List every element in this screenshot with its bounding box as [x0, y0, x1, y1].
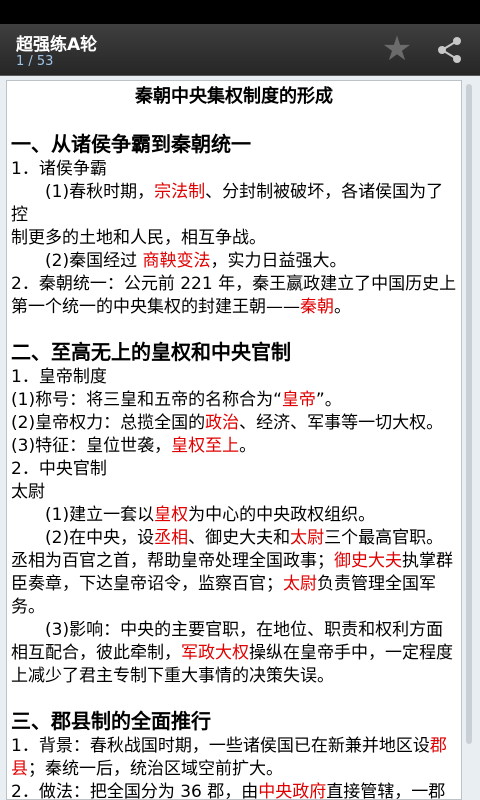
- highlight-term: 中央政府: [258, 782, 327, 800]
- page-indicator: 1 / 53: [16, 54, 54, 69]
- scrollbar[interactable]: [466, 84, 472, 744]
- text-line: (1)春秋时期，宗法制、分封制被破坏，各诸侯国为了控: [11, 182, 444, 225]
- highlight-term: 皇权: [154, 505, 189, 525]
- highlight-term: 太尉: [290, 528, 325, 548]
- text-line: (2)在中央，设丞相、御史大夫和太尉三个最高官职。: [45, 528, 444, 548]
- document-panel[interactable]: 秦朝中央集权制度的形成 一、从诸侯争霸到秦朝统一 1．诸侯争霸 (1)春秋时期，…: [6, 80, 462, 800]
- text-line: (3)影响：中央的主要官职，在地位、职责和权利方面相互配合，彼此牵制，军政大权操…: [11, 620, 453, 686]
- highlight-term: 政治: [205, 413, 240, 433]
- highlight-term: 军政大权: [181, 643, 249, 663]
- text-line: (1)称号：将三皇和五帝的名称合为“皇帝”。: [11, 390, 342, 410]
- document-content: 秦朝中央集权制度的形成 一、从诸侯争霸到秦朝统一 1．诸侯争霸 (1)春秋时期，…: [7, 84, 461, 800]
- highlight-term: 太尉: [283, 574, 317, 594]
- text-line: 太尉: [11, 482, 45, 502]
- document-title: 秦朝中央集权制度的形成: [135, 86, 333, 107]
- highlight-term: 丞相: [154, 528, 189, 548]
- highlight-term: 宗法制: [154, 182, 206, 202]
- highlight-term: 商鞅变法: [142, 251, 211, 271]
- highlight-term: 皇帝: [281, 390, 316, 410]
- highlight-term: 皇权至上: [171, 436, 240, 456]
- text-line: 2．做法：把全国分为 36 郡，由中央政府直接管辖，一郡: [11, 782, 446, 800]
- text-line: 2．中央官制: [11, 459, 107, 479]
- section-heading-3: 三、郡县制的全面推行: [11, 709, 211, 733]
- text-line: 丞相为百官之首，帮助皇帝处理全国政事；御史大夫执掌群臣奏章，下达皇帝诏令，监察百…: [11, 551, 453, 617]
- app-bar: 超强练A轮 1 / 53 ★: [0, 24, 480, 76]
- text-line: (1)建立一套以皇权为中心的中央政权组织。: [45, 505, 376, 525]
- share-icon[interactable]: [432, 34, 468, 66]
- text-line: 1．诸侯争霸: [11, 159, 107, 179]
- text-line: 制更多的土地和人民，相互争战。: [11, 228, 266, 248]
- text-line: (3)特征：皇位世袭，皇权至上。: [11, 436, 257, 456]
- text-line: 2．秦朝统一：公元前 221 年，秦王嬴政建立了中国历史上第一个统一的中央集权的…: [11, 274, 457, 317]
- highlight-term: 御史大夫: [334, 551, 402, 571]
- text-line: (2)皇帝权力：总揽全国的政治、经济、军事等一切大权。: [11, 413, 444, 433]
- star-icon[interactable]: ★: [378, 30, 416, 68]
- section-heading-2: 二、至高无上的皇权和中央官制: [11, 340, 291, 364]
- text-line: (2)秦国经过 商鞅变法，实力日益强大。: [45, 251, 347, 271]
- status-bar: [0, 0, 480, 24]
- text-line: 1．皇帝制度: [11, 367, 107, 387]
- text-line: 1．背景：春秋战国时期，一些诸侯国已在新兼并地区设郡县；秦统一后，统治区域空前扩…: [11, 736, 447, 779]
- highlight-term: 秦朝: [300, 297, 334, 317]
- section-heading-1: 一、从诸侯争霸到秦朝统一: [11, 132, 251, 156]
- app-title: 超强练A轮: [16, 35, 98, 55]
